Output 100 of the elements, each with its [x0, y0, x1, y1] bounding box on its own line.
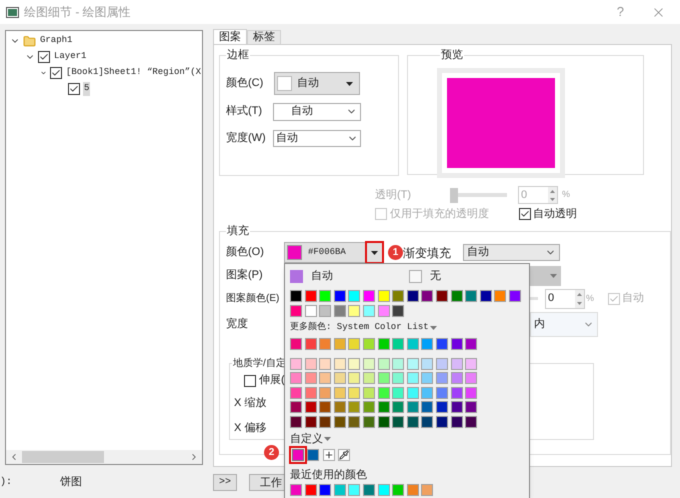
color-swatch[interactable] [362, 484, 375, 496]
color-swatch[interactable] [378, 304, 390, 317]
color-swatch[interactable] [406, 358, 419, 370]
color-swatch[interactable] [465, 401, 478, 414]
tab[interactable]: 标签 [247, 30, 281, 44]
color-dropdown[interactable]: #F006BA [284, 242, 384, 263]
color-swatch[interactable] [304, 372, 317, 384]
option-label[interactable]: 无 [430, 268, 441, 285]
color-swatch[interactable] [319, 372, 332, 384]
color-swatch[interactable] [392, 484, 404, 496]
color-swatch[interactable] [304, 304, 317, 317]
color-swatch[interactable] [406, 290, 419, 302]
color-swatch[interactable] [362, 386, 375, 399]
color-swatch[interactable] [436, 338, 448, 350]
color-swatch[interactable] [406, 401, 419, 414]
spin-arrows-icon[interactable] [548, 187, 557, 203]
color-swatch[interactable] [362, 372, 375, 384]
expand-button[interactable]: >> [213, 474, 237, 490]
color-swatch[interactable] [334, 304, 346, 317]
color-swatch[interactable] [348, 416, 360, 428]
color-swatch[interactable] [392, 386, 404, 399]
color-swatch[interactable] [319, 338, 332, 350]
color-swatch[interactable] [450, 386, 463, 399]
scrollbar-thumb[interactable] [22, 451, 104, 463]
color-swatch[interactable] [465, 290, 478, 302]
color-swatch[interactable] [319, 386, 332, 399]
color-swatch[interactable] [304, 358, 317, 370]
color-swatch[interactable] [348, 304, 360, 317]
eyedropper-icon[interactable] [338, 449, 350, 462]
horizontal-scrollbar[interactable] [6, 450, 202, 464]
color-swatch[interactable] [334, 358, 346, 370]
color-swatch[interactable] [348, 372, 360, 384]
color-swatch[interactable] [378, 416, 390, 428]
color-swatch[interactable] [304, 484, 317, 496]
color-swatch[interactable] [319, 304, 332, 317]
color-swatch[interactable] [290, 401, 302, 414]
auto-color-swatch[interactable] [290, 270, 303, 283]
color-swatch[interactable] [319, 484, 332, 496]
color-swatch[interactable] [378, 386, 390, 399]
color-swatch[interactable] [392, 401, 404, 414]
width-dropdown[interactable]: 自动 [273, 130, 361, 147]
color-swatch[interactable] [348, 358, 360, 370]
color-swatch[interactable] [436, 290, 448, 302]
color-swatch[interactable] [480, 290, 492, 302]
color-swatch[interactable] [304, 401, 317, 414]
color-swatch[interactable] [290, 290, 302, 302]
color-swatch[interactable] [406, 386, 419, 399]
tree-item[interactable]: Graph1 [39, 34, 74, 48]
color-swatch[interactable] [304, 386, 317, 399]
color-swatch[interactable] [392, 290, 404, 302]
color-swatch[interactable] [436, 401, 448, 414]
color-swatch[interactable] [307, 449, 319, 462]
color-swatch[interactable] [392, 338, 404, 350]
color-swatch[interactable] [378, 484, 390, 496]
color-swatch[interactable] [436, 372, 448, 384]
color-swatch[interactable] [436, 358, 448, 370]
checkbox[interactable] [244, 374, 256, 386]
color-dropdown[interactable]: 自动 [274, 72, 360, 95]
slider-track[interactable] [450, 188, 507, 202]
color-swatch[interactable] [304, 416, 317, 428]
color-swatch[interactable] [392, 372, 404, 384]
color-swatch[interactable] [362, 304, 375, 317]
color-swatch[interactable] [290, 338, 302, 350]
color-swatch[interactable] [392, 416, 404, 428]
tab[interactable]: 图案 [213, 29, 247, 44]
color-swatch[interactable] [450, 416, 463, 428]
color-swatch[interactable] [348, 484, 360, 496]
palette-label[interactable]: 更多颜色: System Color List [290, 320, 429, 334]
color-swatch[interactable] [334, 338, 346, 350]
color-swatch[interactable] [421, 338, 434, 350]
color-swatch[interactable] [421, 401, 434, 414]
color-swatch[interactable] [450, 358, 463, 370]
spin-arrows-icon[interactable] [575, 290, 584, 308]
dropdown-arrow-icon[interactable] [324, 436, 331, 441]
color-swatch[interactable] [494, 290, 506, 302]
color-swatch[interactable] [348, 386, 360, 399]
color-swatch[interactable] [465, 372, 478, 384]
color-swatch[interactable] [334, 372, 346, 384]
color-swatch[interactable] [362, 416, 375, 428]
color-swatch[interactable] [421, 358, 434, 370]
color-swatch[interactable] [406, 372, 419, 384]
color-swatch[interactable] [319, 416, 332, 428]
color-swatch[interactable] [450, 401, 463, 414]
color-swatch[interactable] [290, 416, 302, 428]
color-swatch[interactable] [406, 484, 419, 496]
color-swatch[interactable] [508, 290, 521, 302]
color-swatch[interactable] [465, 416, 478, 428]
color-swatch[interactable] [421, 386, 434, 399]
option-label[interactable]: 自动 [311, 268, 409, 285]
tree-item[interactable]: 5 [83, 82, 90, 96]
color-swatch[interactable] [378, 372, 390, 384]
add-color-icon[interactable] [323, 449, 335, 462]
color-swatch[interactable] [348, 401, 360, 414]
color-swatch[interactable] [304, 338, 317, 350]
color-swatch[interactable] [319, 401, 332, 414]
color-swatch[interactable] [392, 358, 404, 370]
color-swatch[interactable] [319, 358, 332, 370]
color-swatch[interactable] [290, 386, 302, 399]
color-swatch[interactable] [421, 484, 434, 496]
color-swatch[interactable] [362, 401, 375, 414]
